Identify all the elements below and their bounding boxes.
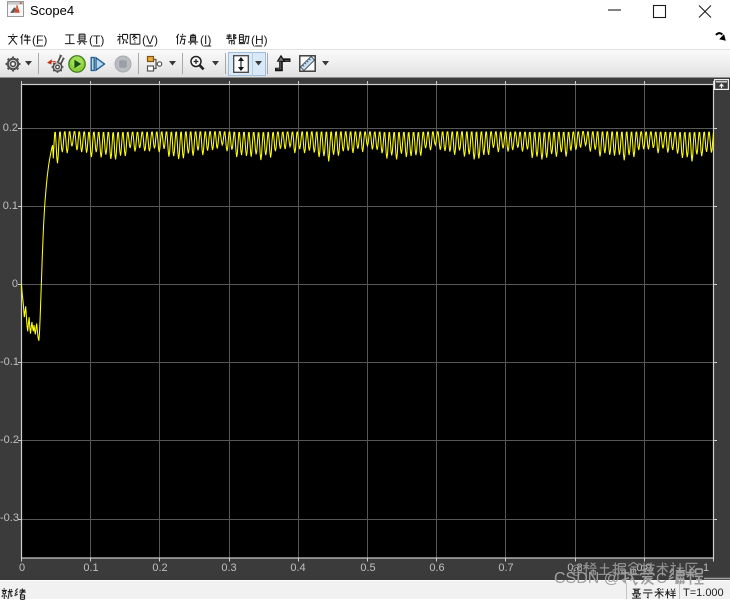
svg-text:(H): (H) (251, 33, 268, 47)
svg-text:(T): (T) (89, 33, 104, 47)
svg-text:(I): (I) (200, 33, 211, 47)
svg-text:(F): (F) (32, 33, 47, 47)
svg-text:(V): (V) (142, 33, 158, 47)
svg-text:CSDN @: CSDN @ (554, 570, 620, 587)
svg-text:C: C (656, 570, 667, 587)
